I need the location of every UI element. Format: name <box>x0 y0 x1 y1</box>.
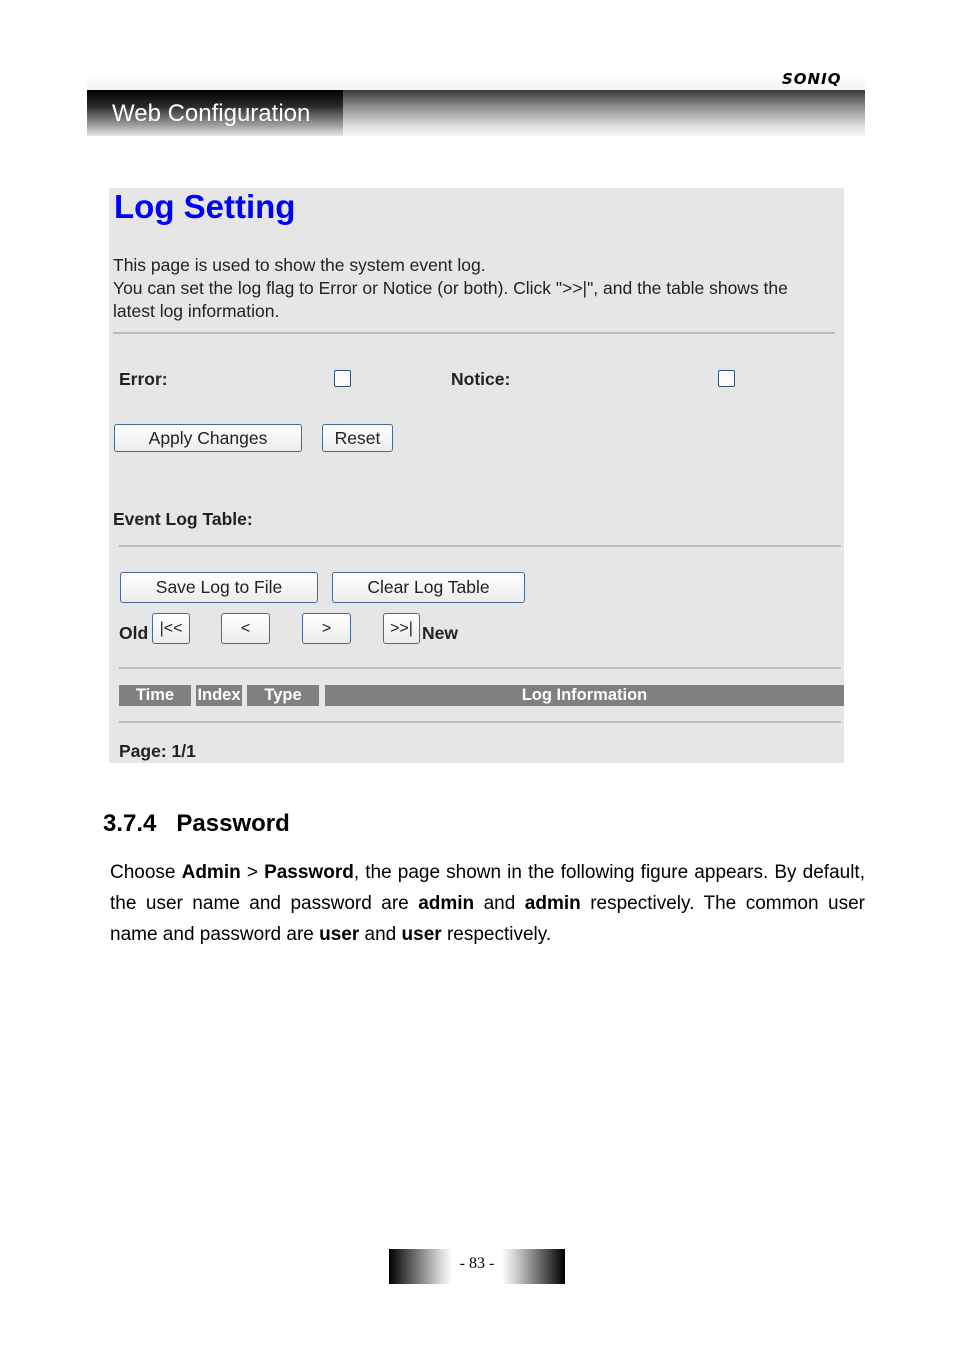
divider <box>119 721 841 723</box>
section-title: Password <box>176 810 290 837</box>
divider <box>119 667 841 669</box>
notice-checkbox[interactable] <box>718 370 735 387</box>
bold-term: Password <box>264 862 354 883</box>
paragraph-text: and <box>359 924 402 945</box>
bold-term: admin <box>524 893 581 914</box>
section-paragraph: Choose Admin > Password, the page shown … <box>110 857 865 950</box>
description-line: You can set the log flag to Error or Not… <box>113 278 788 321</box>
divider <box>119 545 841 547</box>
page-description: This page is used to show the system eve… <box>113 254 833 323</box>
section-number: 3.7.4 <box>103 810 157 837</box>
old-label: Old <box>119 623 149 643</box>
table-header-time: Time <box>119 685 191 706</box>
next-page-button[interactable]: > <box>302 613 351 644</box>
event-log-table-label: Event Log Table: <box>113 509 253 529</box>
error-checkbox[interactable] <box>334 370 351 387</box>
page-title: Log Setting <box>114 188 296 225</box>
description-line: This page is used to show the system eve… <box>113 255 486 275</box>
bold-term: Admin <box>181 862 241 883</box>
table-header-type: Type <box>247 685 319 706</box>
log-setting-screenshot: Log Setting This page is used to show th… <box>109 188 844 763</box>
clear-log-button[interactable]: Clear Log Table <box>332 572 525 603</box>
prev-page-button[interactable]: < <box>221 613 270 644</box>
bold-term: admin <box>418 893 475 914</box>
divider <box>113 332 835 334</box>
error-label: Error: <box>119 369 168 389</box>
table-header-log-information: Log Information <box>325 685 844 706</box>
bold-term: user <box>319 924 360 945</box>
last-page-button[interactable]: >>| <box>383 613 420 644</box>
page-number: - 83 - <box>459 1255 495 1272</box>
paragraph-text: respectively. <box>441 924 552 945</box>
reset-button[interactable]: Reset <box>322 424 393 452</box>
page-indicator: Page: 1/1 <box>119 741 196 761</box>
table-header-index: Index <box>196 685 242 706</box>
header-strip <box>87 72 865 90</box>
header-title: Web Configuration <box>112 100 311 127</box>
save-log-button[interactable]: Save Log to File <box>120 572 318 603</box>
first-page-button[interactable]: |<< <box>152 613 190 644</box>
paragraph-text: and <box>474 893 525 914</box>
paragraph-text: Choose <box>110 862 182 883</box>
bold-term: user <box>401 924 442 945</box>
apply-changes-button[interactable]: Apply Changes <box>114 424 302 452</box>
paragraph-text: > <box>240 862 265 883</box>
brand-logo: SONIQ <box>782 70 842 88</box>
notice-label: Notice: <box>451 369 511 389</box>
new-label: New <box>422 623 458 643</box>
section-heading: 3.7.4 Password <box>103 810 290 838</box>
